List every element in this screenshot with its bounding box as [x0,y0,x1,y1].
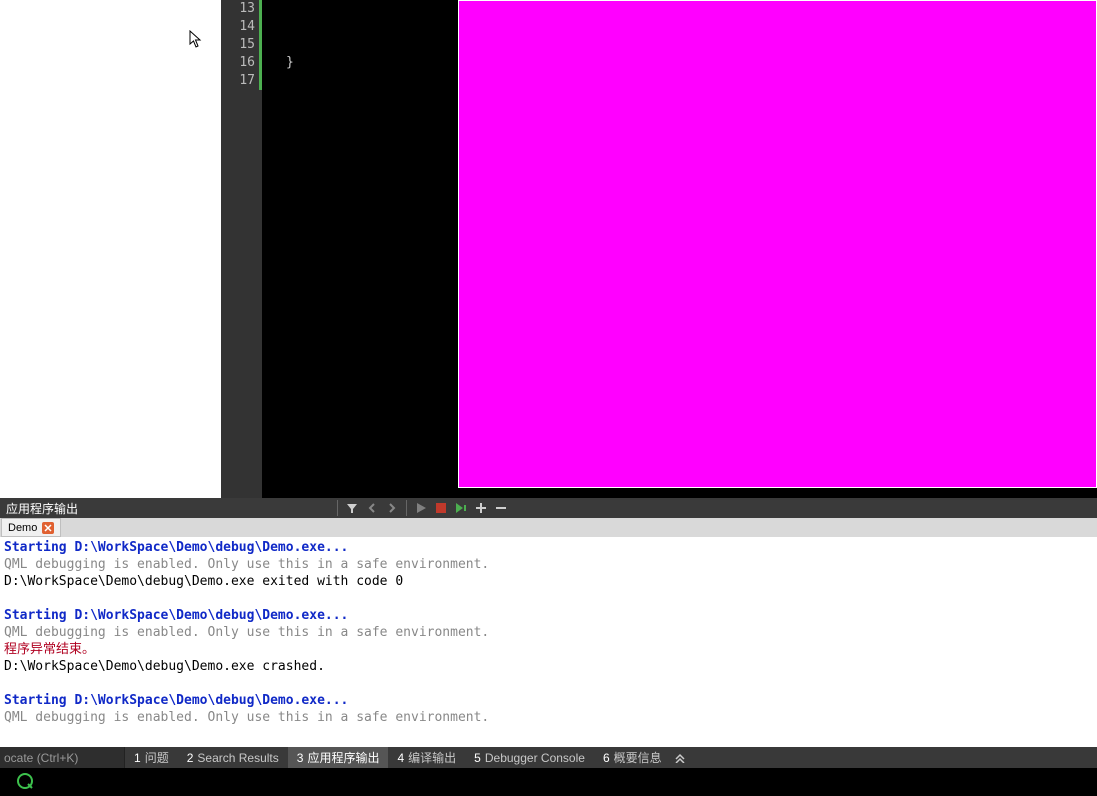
bottom-tab-search-results[interactable]: 2 Search Results [178,747,288,768]
bottom-tab-bar: ocate (Ctrl+K) 1 问题 2 Search Results 3 应… [0,747,1097,768]
console-line: Starting D:\WorkSpace\Demo\debug\Demo.ex… [4,692,1093,709]
close-panel-icon[interactable] [671,753,689,763]
bottom-tab-debugger-console[interactable]: 5 Debugger Console [465,747,594,768]
console-line: QML debugging is enabled. Only use this … [4,709,1093,726]
output-tab-demo[interactable]: Demo [1,518,61,537]
prev-item-button[interactable] [363,499,381,517]
projects-panel[interactable] [0,0,221,498]
close-tab-icon[interactable] [42,522,54,534]
code-editor[interactable]: 13 14 15 16 17 } [221,0,1097,498]
console-line: D:\WorkSpace\Demo\debug\Demo.exe exited … [4,573,1093,590]
qml-preview-window[interactable] [458,0,1097,488]
next-item-button[interactable] [383,499,401,517]
output-tab-label: Demo [8,522,37,534]
line-number: 16 [221,54,262,72]
line-number: 13 [221,0,262,18]
line-number: 17 [221,72,262,90]
add-button[interactable] [472,499,490,517]
qt-creator-taskbar-icon[interactable] [16,772,34,793]
bottom-tab-application-output[interactable]: 3 应用程序输出 [288,747,389,768]
stop-button[interactable] [432,499,450,517]
console-line: Starting D:\WorkSpace\Demo\debug\Demo.ex… [4,607,1093,624]
rerun-button[interactable] [452,499,470,517]
output-pane-title: 应用程序输出 [0,500,333,517]
console-line: QML debugging is enabled. Only use this … [4,556,1093,573]
output-tabs-row: Demo [0,518,1097,537]
code-line: } [286,54,294,72]
console-line [4,590,1093,607]
filter-button[interactable] [343,499,361,517]
console-line: 程序异常结束。 [4,641,1093,658]
locator-placeholder: ocate (Ctrl+K) [4,751,78,765]
output-toolbar: 应用程序输出 [0,498,1097,518]
console-line: Starting D:\WorkSpace\Demo\debug\Demo.ex… [4,539,1093,556]
console-line: QML debugging is enabled. Only use this … [4,624,1093,641]
line-number: 15 [221,36,262,54]
locator-field[interactable]: ocate (Ctrl+K) [0,747,125,768]
mouse-cursor-icon [189,30,205,50]
editor-text-area[interactable]: } [262,0,1097,498]
console-line: D:\WorkSpace\Demo\debug\Demo.exe crashed… [4,658,1093,675]
bottom-tab-compile-output[interactable]: 4 编译输出 [388,747,465,768]
run-button[interactable] [412,499,430,517]
line-number: 14 [221,18,262,36]
application-output-console[interactable]: Starting D:\WorkSpace\Demo\debug\Demo.ex… [0,537,1097,747]
bottom-tab-issues[interactable]: 1 问题 [125,747,178,768]
editor-gutter: 13 14 15 16 17 [221,0,262,498]
console-line [4,675,1093,692]
os-taskbar[interactable] [0,768,1097,796]
bottom-tab-general-messages[interactable]: 6 概要信息 [594,747,671,768]
remove-button[interactable] [492,499,510,517]
